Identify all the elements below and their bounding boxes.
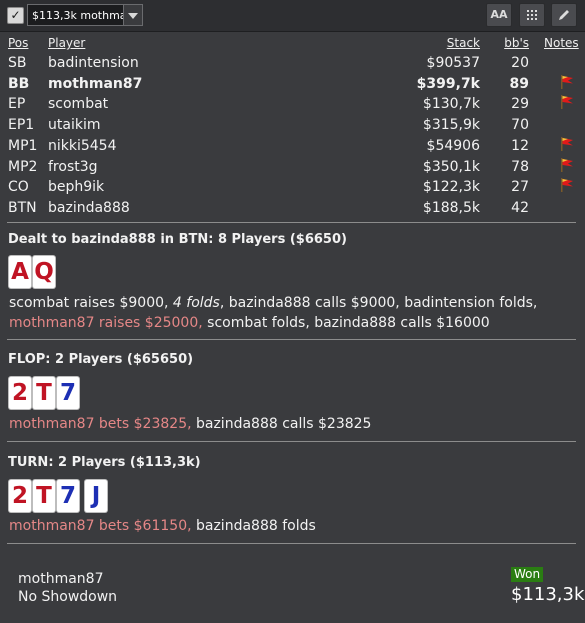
player-bbs: 78 [511,158,529,175]
divider [7,222,576,223]
card: A [9,256,31,288]
player-pos: BTN [8,199,37,216]
player-row[interactable]: EP scombat $130,7k 29 [0,94,585,114]
hand-selector-value: $113,3k mothman87 [32,9,124,22]
won-badge: Won [511,567,544,582]
player-name: badintension [48,55,139,71]
player-row[interactable]: MP2 frost3g $350,1k 78 [0,157,585,177]
hand-selector[interactable]: $113,3k mothman87 [27,4,143,26]
note-flag-icon[interactable] [559,94,575,110]
preflop-actions: scombat raises $9000, 4 folds, bazinda88… [9,293,569,333]
player-row[interactable]: MP1 nikki5454 $54906 12 [0,136,585,156]
edit-button[interactable] [551,3,577,27]
player-bbs: 89 [509,75,529,92]
pencil-icon [559,10,569,20]
action-text: bazinda888 folds [191,518,316,534]
note-flag-icon[interactable] [559,136,575,152]
player-name: scombat [48,96,109,113]
card: 2 [9,480,31,512]
note-flag-icon[interactable] [559,74,575,90]
col-bbs[interactable]: bb's [504,36,529,50]
card: 7 [57,480,79,512]
action-text: scombat folds, bazinda888 calls $16000 [202,315,490,331]
player-name: mothman87 [48,75,143,92]
player-bbs: 70 [511,117,529,134]
player-stack: $90537 [426,55,480,71]
chevron-down-icon [128,13,138,19]
font-size-label: AA [490,8,508,21]
player-stack: $188,5k [422,199,480,216]
player-stack: $399,7k [416,75,480,92]
player-pos: MP2 [8,158,38,175]
flop-header: FLOP: 2 Players ($65650) [8,352,194,367]
flop-actions: mothman87 bets $23825, bazinda888 calls … [9,414,569,434]
col-player[interactable]: Player [48,36,85,50]
player-bbs: 27 [511,179,529,196]
divider [7,543,576,544]
player-name: nikki5454 [48,137,117,154]
font-size-button[interactable]: AA [486,3,512,27]
card: 2 [9,377,31,409]
player-name: utaikim [48,117,101,134]
dropdown-arrow-button[interactable] [123,5,142,25]
turn-header: TURN: 2 Players ($113,3k) [8,455,201,470]
won-amount: $113,3k [511,584,585,605]
player-pos: EP1 [8,117,35,134]
note-flag-icon[interactable] [559,177,575,193]
turn-actions: mothman87 bets $61150, bazinda888 folds [9,516,569,536]
showdown-status: No Showdown [18,589,118,605]
player-row[interactable]: BTN bazinda888 $188,5k 42 [0,198,585,218]
action-text: scombat raises $9000, [9,295,173,311]
player-pos: SB [8,55,27,71]
player-name: frost3g [48,158,98,175]
note-flag-icon[interactable] [559,157,575,173]
card: Q [33,256,55,288]
card: T [33,377,55,409]
player-pos: EP [8,96,26,113]
col-notes[interactable]: Notes [544,36,579,50]
player-pos: BB [8,75,30,92]
divider [7,339,576,340]
grid-button[interactable] [519,3,545,27]
player-stack: $54906 [426,137,480,154]
col-stack[interactable]: Stack [447,36,480,50]
action-text: , bazinda888 calls $9000, badintension f… [219,295,538,311]
player-name: bazinda888 [48,199,130,216]
player-bbs: 20 [511,55,529,71]
col-pos[interactable]: Pos [8,36,28,50]
player-pos: CO [8,179,29,196]
toolbar: ✓ $113,3k mothman87 AA [0,0,585,32]
player-bbs: 12 [511,137,529,154]
player-bbs: 29 [511,96,529,113]
villain-action: mothman87 raises $25000, [9,315,203,331]
card: 7 [57,377,79,409]
player-stack: $130,7k [422,96,480,113]
result-summary: mothman87 No Showdown [18,570,117,606]
player-row[interactable]: SB badintension $90537 20 [0,53,585,73]
column-headers: Pos Player Stack bb's Notes [0,36,585,52]
player-row[interactable]: EP1 utaikim $315,9k 70 [0,115,585,135]
preflop-header: Dealt to bazinda888 in BTN: 8 Players ($… [8,232,347,247]
player-name: beph9ik [48,179,105,196]
card: T [33,480,55,512]
villain-action: mothman87 bets $23825, [9,416,192,432]
action-text: 4 folds [172,295,220,311]
divider [7,441,576,442]
winner-name: mothman87 [18,571,104,587]
player-row[interactable]: BB mothman87 $399,7k 89 [0,74,585,94]
card: J [85,480,107,512]
player-stack: $122,3k [422,179,480,196]
action-text: bazinda888 calls $23825 [191,416,372,432]
player-stack: $350,1k [422,158,480,175]
hand-checkbox[interactable]: ✓ [7,7,24,24]
grid-icon [527,10,537,20]
player-bbs: 42 [511,199,529,216]
player-row[interactable]: CO beph9ik $122,3k 27 [0,177,585,197]
villain-action: mothman87 bets $61150, [9,518,192,534]
player-stack: $315,9k [422,117,480,134]
player-pos: MP1 [8,137,38,154]
